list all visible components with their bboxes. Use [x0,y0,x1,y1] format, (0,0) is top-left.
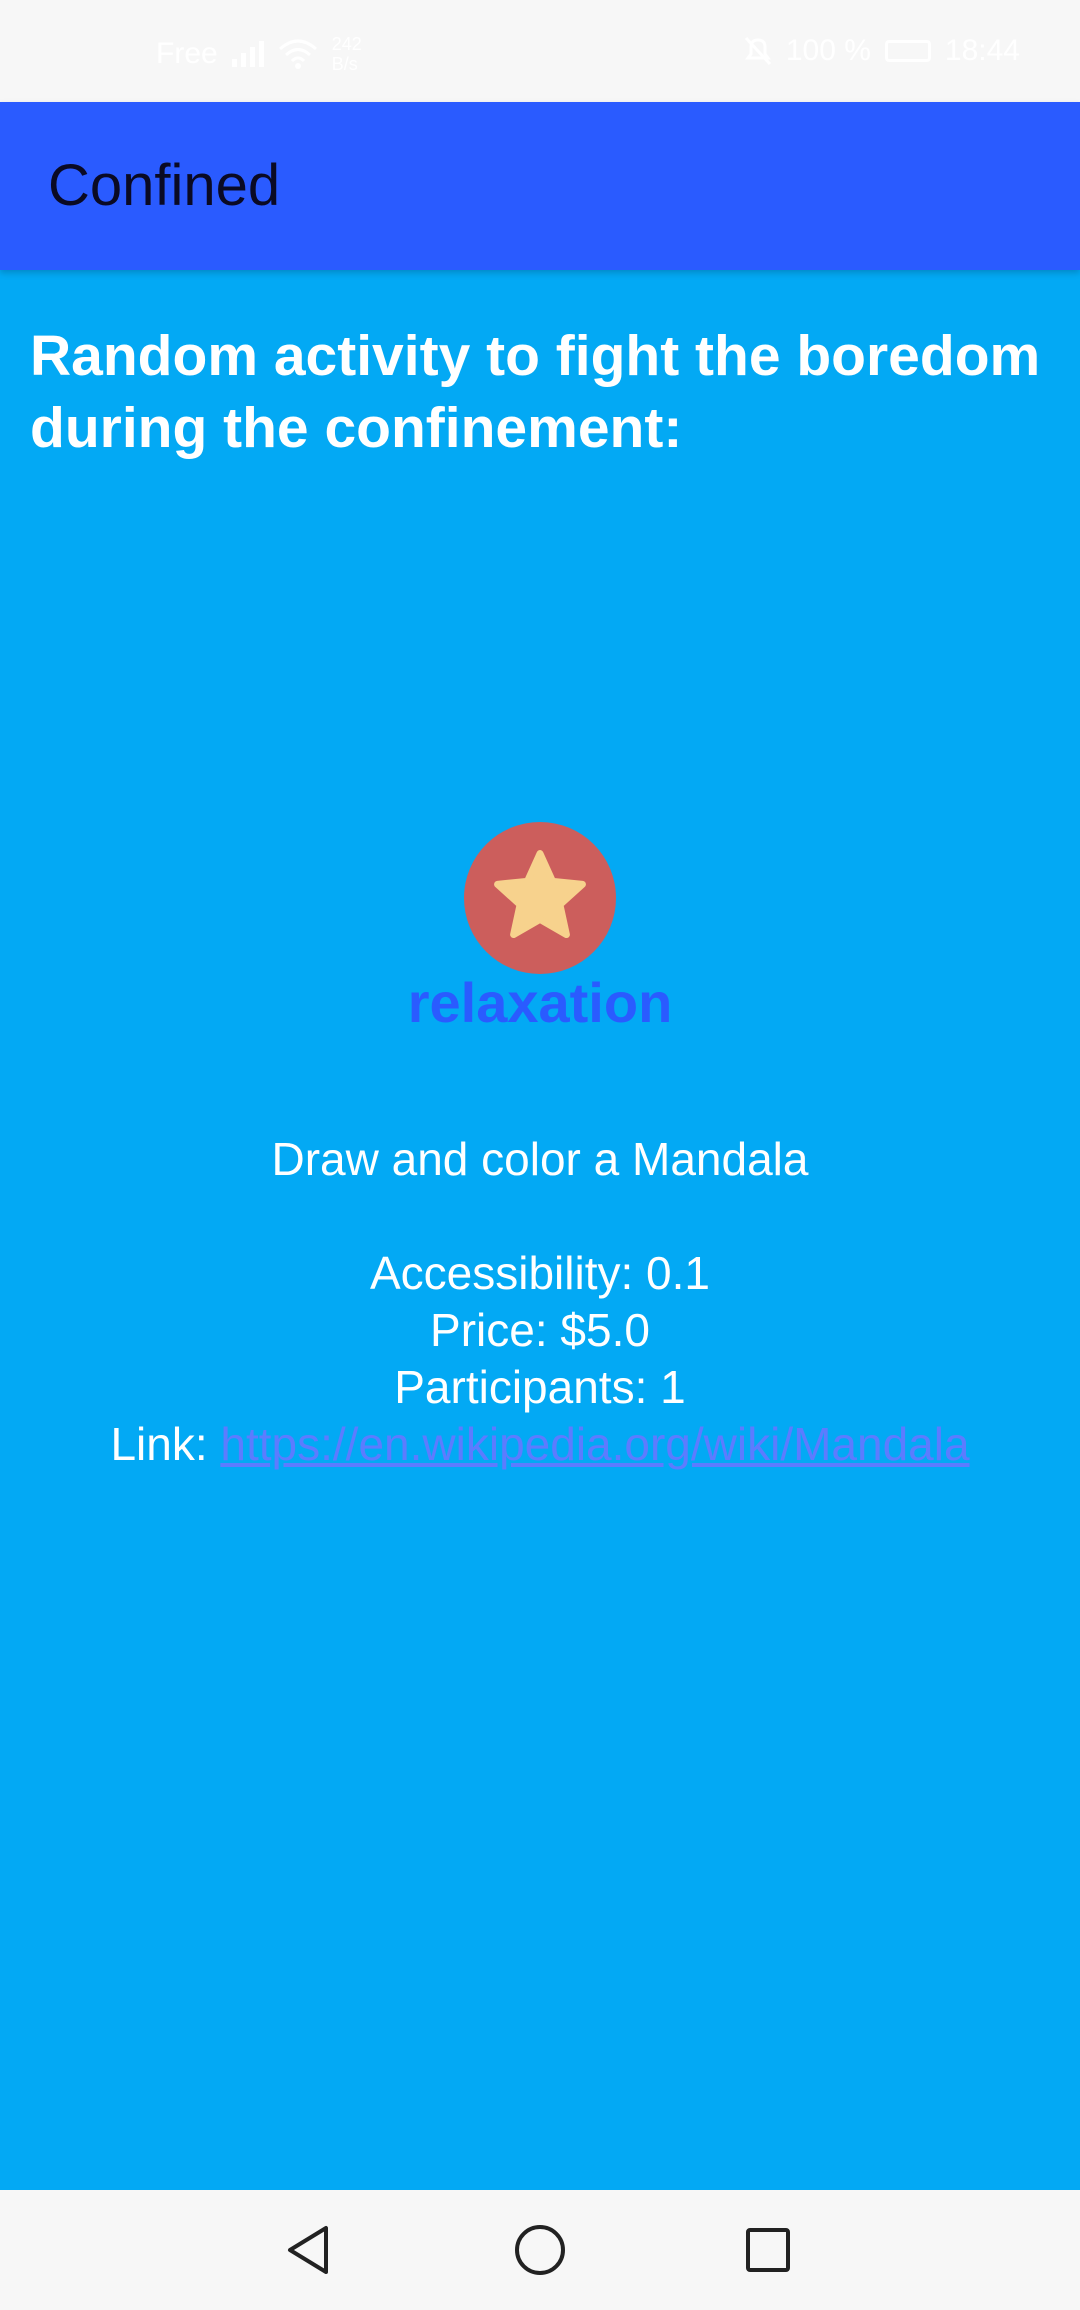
activity-link[interactable]: https://en.wikipedia.org/wiki/Mandala [220,1418,969,1470]
recents-square-icon[interactable] [738,2220,798,2280]
link-row: Link: https://en.wikipedia.org/wiki/Mand… [0,1416,1080,1473]
home-circle-icon[interactable] [510,2220,570,2280]
status-left: Free 242 B/s [156,34,362,74]
carrier-label: Free [156,37,218,70]
notifications-off-icon [744,36,771,66]
battery-icon [884,40,931,62]
category-badge [464,822,616,974]
navigation-bar [0,2190,1080,2310]
accessibility-text: Accessibility: 0.1 [369,1247,710,1299]
battery-percent: 100 % [785,34,871,67]
net-speed: 242 B/s [332,34,362,74]
link-prefix: Link: [110,1418,221,1470]
star-icon [494,850,586,939]
net-speed-unit: B/s [331,54,358,74]
app-title: Confined [48,153,281,218]
page-heading: Random activity to fight the boredom dur… [30,324,1041,460]
clock: 18:44 [944,34,1020,67]
app-bar: Confined [0,102,1080,270]
activity-title: Draw and color a Mandala [271,1133,809,1185]
participants-text: Participants: 1 [394,1361,686,1413]
net-speed-value: 242 [331,34,362,54]
status-right: 100 % 18:44 [744,34,1020,68]
status-bar: Free 242 B/s 100 % 18:44 [0,0,1080,102]
price-text: Price: $5.0 [430,1304,650,1356]
signal-icon [231,41,264,67]
wifi-icon [278,39,317,69]
back-triangle-icon[interactable] [280,2220,340,2280]
activity-details: Accessibility: 0.1 Price: $5.0 Participa… [0,1245,1080,1473]
category-label: relaxation [407,971,673,1034]
